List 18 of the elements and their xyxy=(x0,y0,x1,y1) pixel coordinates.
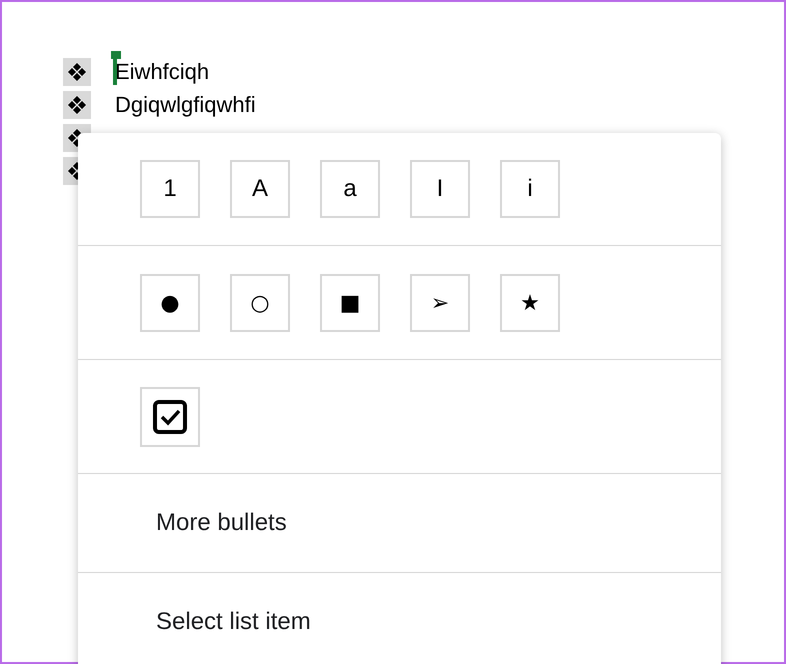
bullet-style-option[interactable]: ● xyxy=(140,274,200,332)
bullet-style-option[interactable]: ○ xyxy=(230,274,290,332)
diamond-bullet-icon xyxy=(63,58,91,86)
numbering-style-option[interactable]: i xyxy=(500,160,560,218)
checkbox-icon xyxy=(152,399,188,435)
bullet-style-option[interactable]: ★ xyxy=(500,274,560,332)
checklist-option[interactable] xyxy=(140,387,200,447)
numbering-style-option[interactable]: a xyxy=(320,160,380,218)
numbering-style-option[interactable]: A xyxy=(230,160,290,218)
diamond-bullet-icon xyxy=(63,90,91,118)
list-item-text: Eiwhfciqh xyxy=(115,60,210,82)
menu-item[interactable]: More bullets xyxy=(78,474,721,572)
menu-item[interactable]: Select list item xyxy=(78,573,721,664)
bullet-style-option[interactable]: ■ xyxy=(320,274,380,332)
list-item-text: Dgiqwlgfiqwhfi xyxy=(115,94,256,116)
numbering-style-option[interactable]: 1 xyxy=(140,160,200,218)
numbering-style-option[interactable]: I xyxy=(410,160,470,218)
bullet-style-option[interactable]: ➢ xyxy=(410,274,470,332)
